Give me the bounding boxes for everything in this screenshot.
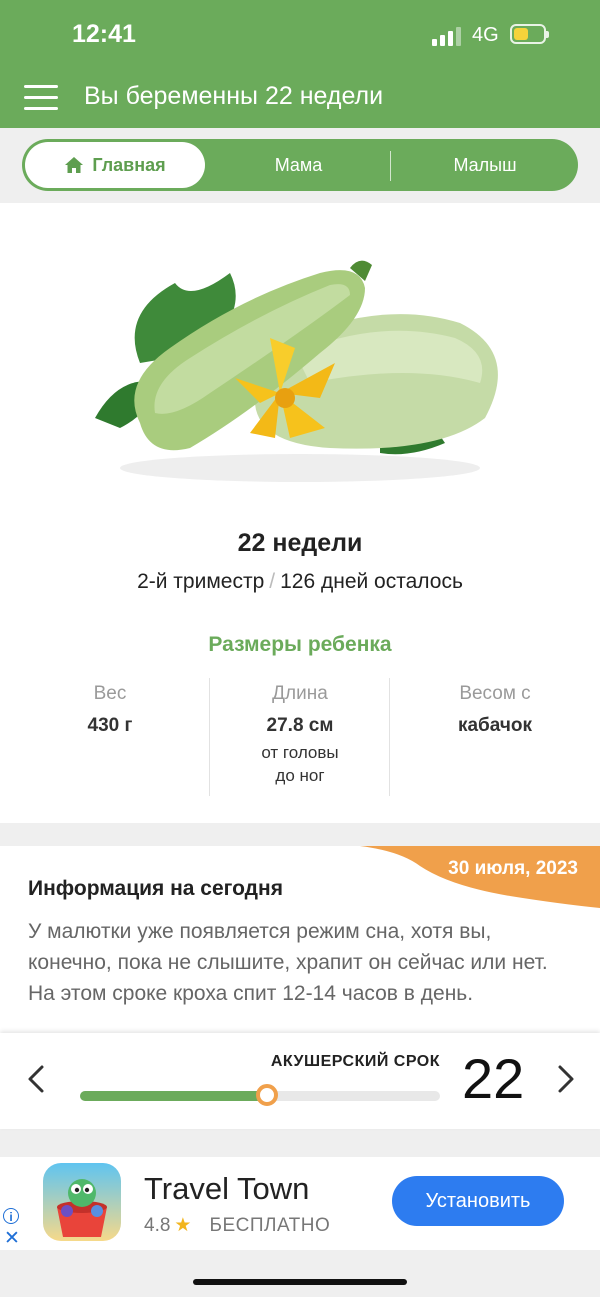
daily-info-card[interactable]: 30 июля, 2023 Информация на сегодня У ма…	[0, 846, 600, 1036]
term-selector: АКУШЕРСКИЙ СРОК 22	[0, 1033, 600, 1129]
length-stat: Длина 27.8 см от головы до ног	[200, 683, 400, 787]
info-date: 30 июля, 2023	[448, 858, 578, 879]
trimester-text: 2-й триместр	[137, 570, 265, 593]
ad-meta: 4.8 ★ БЕСПЛАТНО	[144, 1214, 330, 1237]
week-subtitle: 2-й триместр/126 дней осталось	[0, 570, 600, 594]
weight-value: 430 г	[87, 715, 133, 736]
tab-home[interactable]: Главная	[25, 142, 205, 188]
week-title: 22 недели	[237, 529, 363, 557]
term-week-number: 22	[462, 1047, 525, 1110]
term-slider-track[interactable]	[80, 1084, 440, 1106]
length-label: Длина	[272, 683, 328, 704]
network-type: 4G	[472, 24, 499, 46]
chevron-right-icon[interactable]	[550, 1059, 580, 1099]
term-slider-fill	[80, 1091, 268, 1101]
zucchini-image	[95, 260, 498, 482]
tab-bar-container: Главная Мама Малыш	[0, 128, 600, 203]
term-label: АКУШЕРСКИЙ СРОК	[270, 1053, 440, 1070]
length-note-line2: до ног	[275, 766, 325, 785]
ad-app-name: Travel Town	[144, 1171, 310, 1206]
ad-info-icon[interactable]: i	[3, 1208, 19, 1224]
chevron-left-icon[interactable]	[22, 1059, 52, 1099]
tab-baby[interactable]: Малыш	[392, 139, 578, 191]
tab-mom-label: Мама	[274, 154, 323, 175]
info-title: Информация на сегодня	[28, 877, 283, 900]
battery-icon	[510, 24, 549, 44]
home-indicator[interactable]	[193, 1279, 407, 1285]
compare-stat: Весом с кабачок	[395, 683, 595, 737]
page-title: Вы беременны 22 недели	[84, 82, 384, 110]
ad-close-icon[interactable]: ✕	[4, 1227, 20, 1250]
days-remaining-text: 126 дней осталось	[280, 570, 463, 593]
tab-home-label: Главная	[92, 154, 166, 175]
ad-rating: 4.8	[144, 1215, 171, 1236]
week-card: 22 недели 2-й триместр/126 дней осталось…	[0, 203, 600, 823]
length-note-line1: от головы	[261, 743, 339, 762]
menu-button[interactable]	[24, 84, 60, 112]
term-slider-handle[interactable]	[256, 1084, 279, 1106]
app-header: 12:41 4G Вы беременны 22 недели	[0, 0, 600, 128]
install-button[interactable]: Установить	[392, 1176, 564, 1226]
app-icon	[43, 1163, 121, 1241]
compare-label: Весом с	[459, 683, 531, 704]
compare-value: кабачок	[457, 715, 533, 736]
signal-icon	[432, 26, 462, 46]
ad-price: БЕСПЛАТНО	[209, 1215, 331, 1236]
weight-label: Вес	[93, 683, 127, 704]
weight-stat: Вес 430 г	[10, 683, 210, 737]
home-icon	[65, 157, 84, 173]
length-note: от головы до ног	[200, 741, 400, 787]
stat-divider	[389, 678, 390, 796]
tab-baby-label: Малыш	[453, 154, 517, 175]
tab-bar: Главная Мама Малыш	[22, 139, 578, 191]
length-value: 27.8 см	[266, 715, 334, 736]
status-time: 12:41	[72, 20, 136, 48]
ad-banner[interactable]: i ✕ Travel Town 4.8 ★ БЕСПЛАТНО Установить	[0, 1157, 600, 1250]
star-icon: ★	[174, 1215, 192, 1236]
tab-divider	[390, 151, 391, 181]
tab-mom[interactable]: Мама	[207, 139, 390, 191]
baby-sizes-title: Размеры ребенка	[208, 633, 392, 656]
separator: /	[269, 570, 276, 593]
info-text: У малютки уже появляется режим сна, хотя…	[28, 920, 548, 1005]
